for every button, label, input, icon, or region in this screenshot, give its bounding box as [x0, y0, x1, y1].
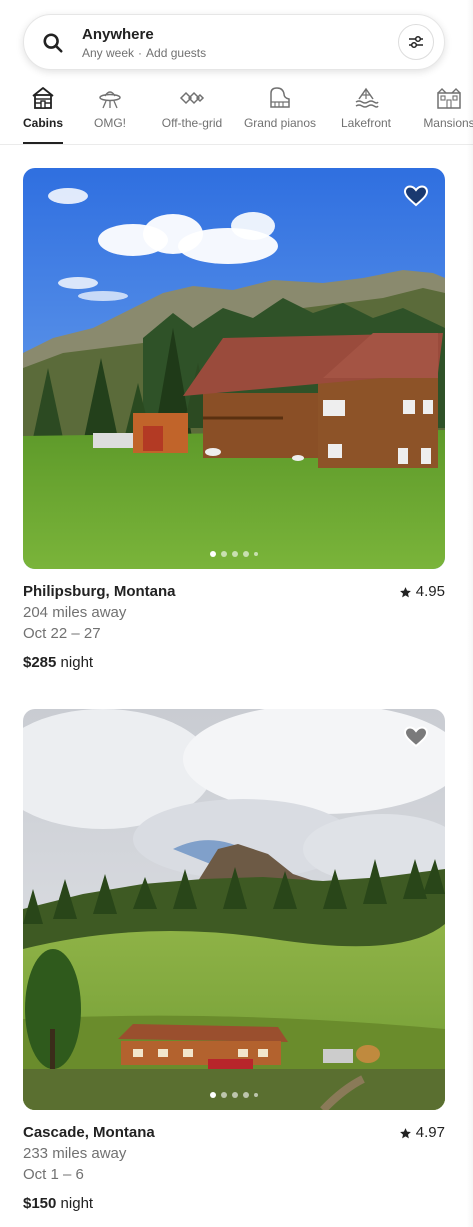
listing-location: Philipsburg, Montana: [23, 583, 176, 600]
rating-value: 4.95: [415, 583, 445, 600]
search-destination: Anywhere: [82, 26, 154, 43]
listing-card[interactable]: Cascade, Montana 4.97 233 miles away Oct…: [23, 709, 445, 1214]
category-label: Mansions: [423, 116, 473, 130]
favorite-heart-icon[interactable]: [403, 724, 429, 750]
photo-carousel-dots: [210, 551, 258, 557]
lake-icon: [355, 87, 379, 108]
scroll-edge: [467, 0, 473, 1227]
star-icon: [399, 1127, 411, 1138]
price-amount: $285: [23, 654, 57, 671]
filters-button[interactable]: [398, 24, 434, 60]
mansion-icon: [437, 88, 461, 109]
category-lakefront[interactable]: Lakefront: [338, 84, 394, 144]
search-guests: Add guests: [146, 46, 207, 60]
listing-info: Philipsburg, Montana 4.95 204 miles away…: [23, 582, 445, 673]
listing-card[interactable]: Philipsburg, Montana 4.95 204 miles away…: [23, 168, 445, 673]
cabin-icon: [32, 87, 54, 109]
category-omg[interactable]: OMG!: [92, 84, 128, 144]
listing-location: Cascade, Montana: [23, 1124, 155, 1141]
listing-dates: Oct 1 – 6: [23, 1166, 84, 1183]
category-off-the-grid[interactable]: Off-the-grid: [157, 84, 227, 144]
listing-info: Cascade, Montana 4.97 233 miles away Oct…: [23, 1123, 445, 1214]
search-separator: ·: [138, 46, 143, 60]
piano-icon: [270, 87, 290, 108]
category-label: Lakefront: [340, 116, 392, 130]
listing-photo[interactable]: [23, 168, 445, 569]
listing-price: $285 night: [23, 653, 445, 673]
price-unit: night: [60, 654, 94, 671]
listing-distance: 233 miles away: [23, 1145, 127, 1162]
search-icon: [43, 33, 63, 53]
category-label: Grand pianos: [243, 116, 317, 130]
search-details: Any week · Add guests: [82, 45, 206, 61]
ufo-icon: [99, 91, 121, 109]
star-icon: [399, 586, 411, 597]
category-mansions[interactable]: Mansions: [419, 84, 473, 144]
category-label: OMG!: [94, 116, 126, 130]
cabin-photo: [23, 168, 445, 569]
listing-distance: 204 miles away: [23, 604, 127, 621]
search-summary[interactable]: Anywhere Any week · Add guests: [82, 26, 206, 61]
divider: [0, 144, 473, 145]
listing-rating: 4.95: [399, 582, 445, 602]
category-label: Off-the-grid: [161, 116, 223, 130]
category-bar: Cabins OMG! Off-the-grid Grand pianos La…: [0, 84, 473, 144]
favorite-heart-icon[interactable]: [403, 183, 429, 209]
category-label: Cabins: [23, 116, 64, 130]
category-cabins[interactable]: Cabins: [23, 84, 63, 144]
listing-dates: Oct 22 – 27: [23, 625, 101, 642]
search-bar[interactable]: Anywhere Any week · Add guests: [23, 14, 445, 70]
off-grid-icon: [179, 91, 205, 105]
photo-carousel-dots: [210, 1092, 258, 1098]
listing-photo[interactable]: [23, 709, 445, 1110]
filters-icon: [409, 35, 423, 49]
listing-price: $150 night: [23, 1194, 445, 1214]
price-unit: night: [60, 1195, 94, 1212]
search-week: Any week: [82, 46, 135, 60]
price-amount: $150: [23, 1195, 57, 1212]
rating-value: 4.97: [415, 1124, 445, 1141]
category-grand-pianos[interactable]: Grand pianos: [242, 84, 318, 144]
listing-rating: 4.97: [399, 1123, 445, 1143]
ranch-photo: [23, 709, 445, 1110]
